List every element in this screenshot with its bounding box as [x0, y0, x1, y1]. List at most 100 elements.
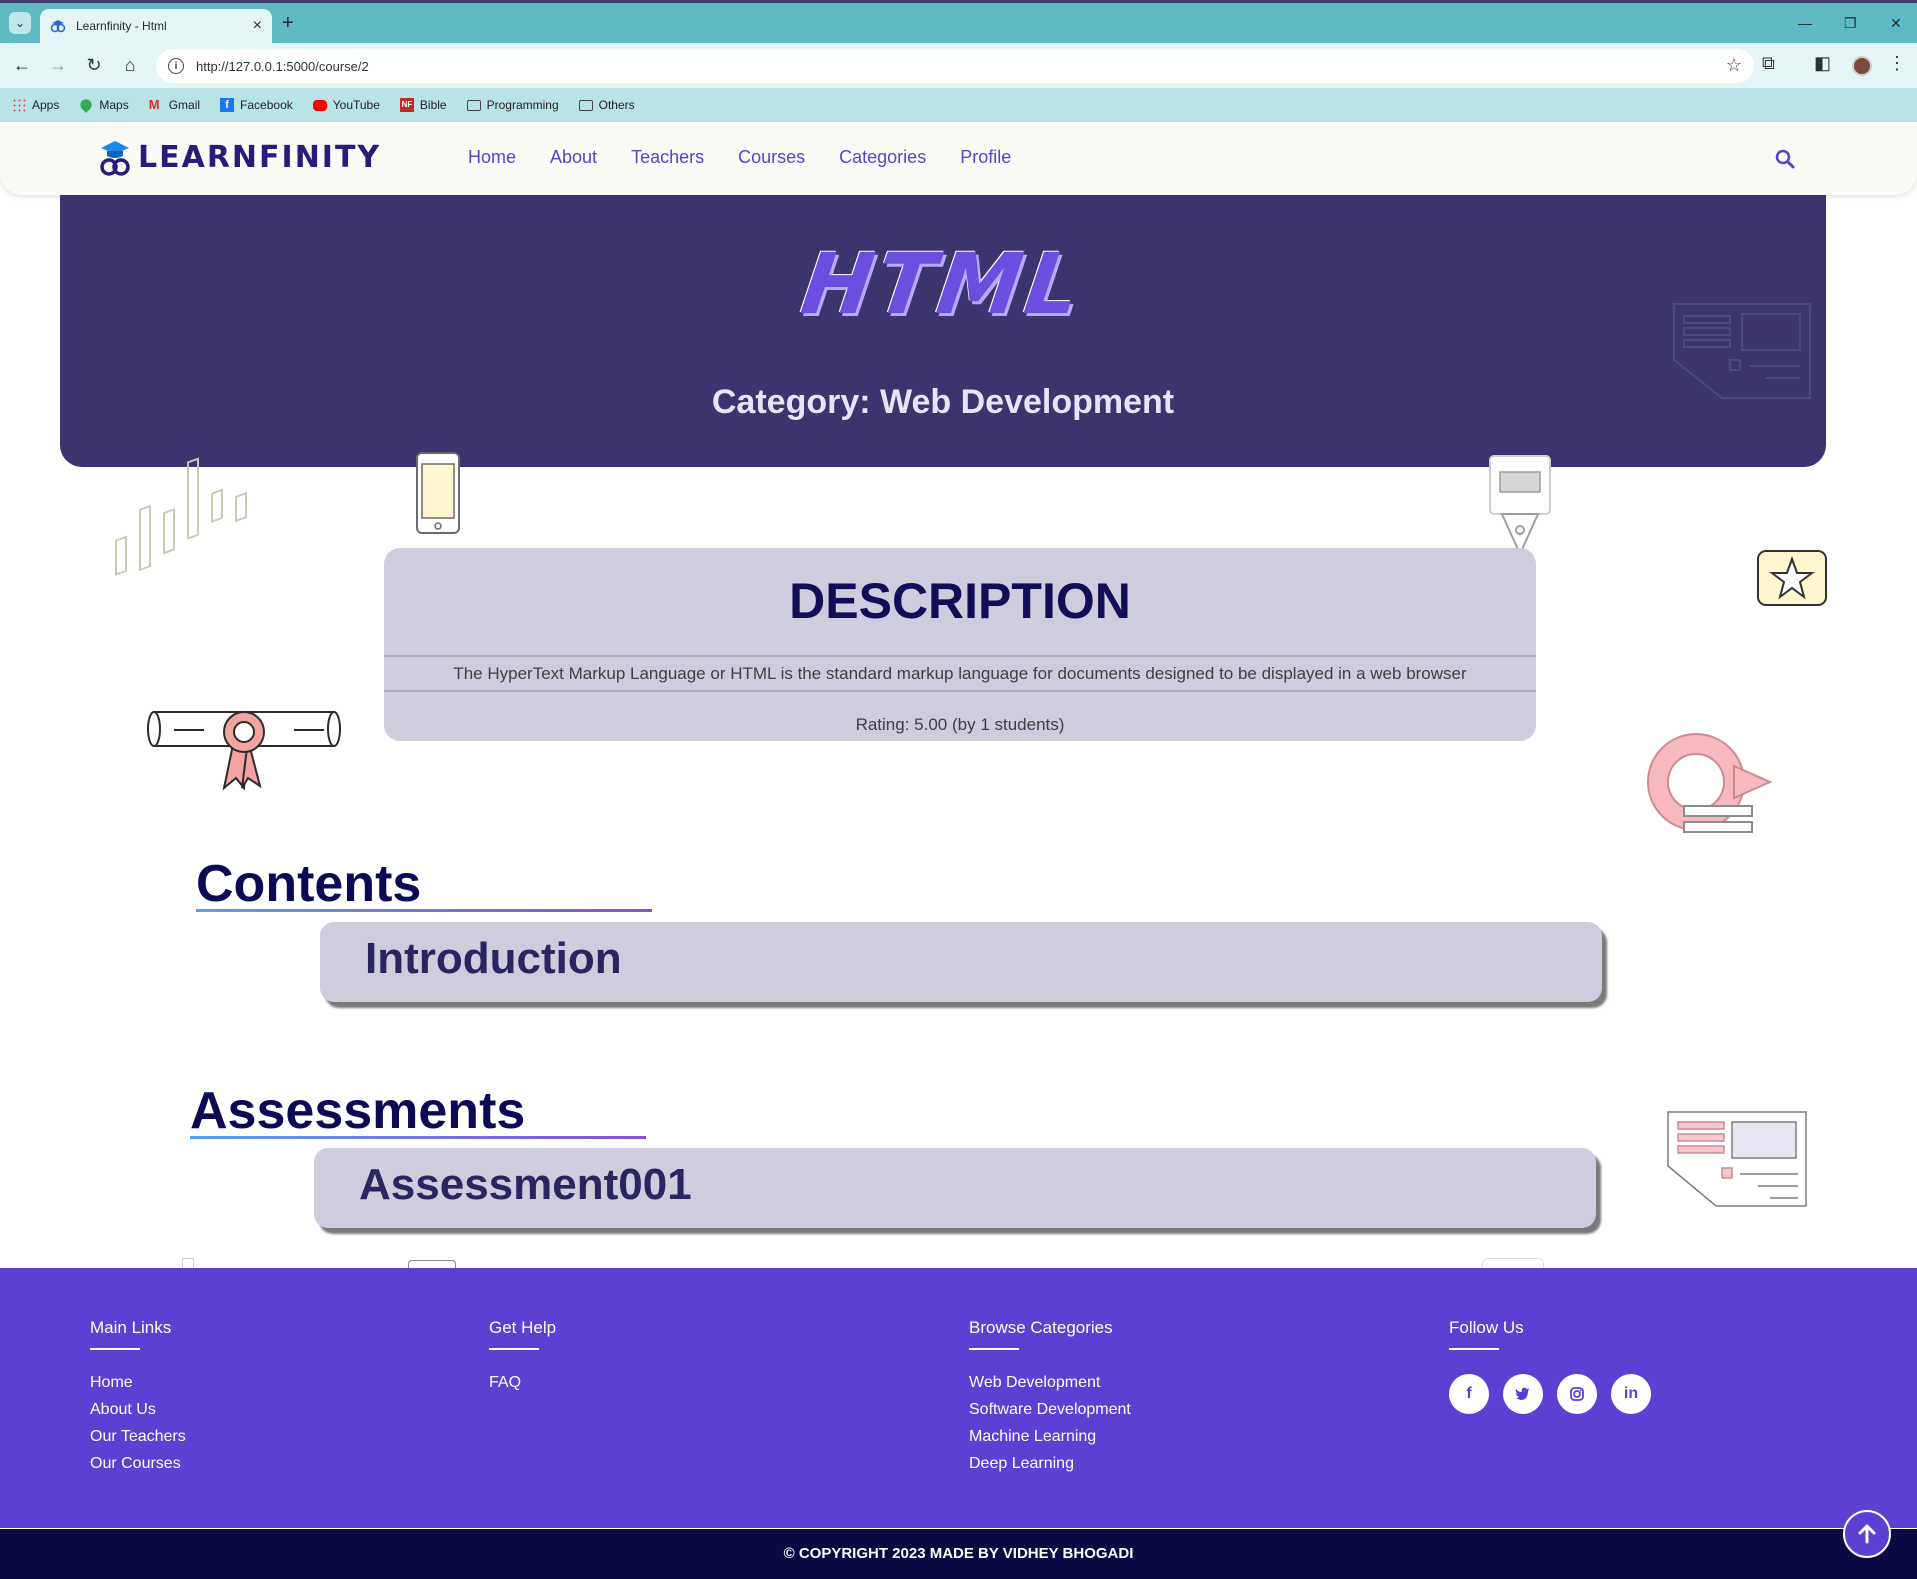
site-footer: Main Links Home About Us Our Teachers Ou… [0, 1268, 1917, 1528]
footer-link-faq[interactable]: FAQ [489, 1374, 556, 1392]
main-menu: Home About Teachers Courses Categories P… [468, 147, 1045, 168]
nav-profile[interactable]: Profile [960, 147, 1011, 168]
bookmark-bible[interactable]: NF Bible [399, 98, 447, 112]
address-bar[interactable]: i http://127.0.0.1:5000/course/2 ☆ [156, 49, 1754, 83]
close-window-button[interactable]: ✕ [1890, 15, 1902, 32]
back-to-top-button[interactable] [1843, 1510, 1891, 1558]
footer-link-about[interactable]: About Us [90, 1401, 186, 1419]
footer-heading: Main Links [90, 1318, 172, 1337]
site-navbar: LEARNFINITY Home About Teachers Courses … [0, 123, 1917, 195]
footer-link-home[interactable]: Home [90, 1374, 186, 1392]
minimize-button[interactable]: — [1798, 15, 1812, 31]
pen-illustration-fragment [1482, 1258, 1544, 1268]
nav-categories[interactable]: Categories [839, 147, 926, 168]
bookmarks-bar: Apps Maps M Gmail f Facebook YouTube NF Bib… [0, 88, 1917, 122]
bookmark-folder-programming[interactable]: Programming [466, 98, 559, 112]
divider [384, 690, 1536, 692]
extensions-icon[interactable]: ⧉ [1762, 53, 1775, 74]
linkedin-icon[interactable]: in [1611, 1374, 1651, 1414]
footer-main-links: Main Links Home About Us Our Teachers Ou… [90, 1318, 186, 1482]
nav-teachers[interactable]: Teachers [631, 147, 704, 168]
footer-heading-underline [969, 1348, 1019, 1350]
reload-icon[interactable]: ↻ [82, 53, 106, 77]
folder-icon [466, 99, 481, 111]
footer-link-machine-learning[interactable]: Machine Learning [969, 1428, 1131, 1446]
new-tab-button[interactable]: + [282, 13, 294, 33]
brand-name: LEARNFINITY [138, 139, 382, 175]
apps-grid-icon [12, 98, 26, 112]
home-icon[interactable]: ⌂ [118, 53, 142, 77]
diploma-illustration [147, 711, 341, 791]
bar-chart-illustration [115, 457, 247, 576]
course-category: Category: Web Development [711, 383, 1175, 421]
active-tab[interactable]: Learnfinity - Html × [40, 9, 272, 43]
footer-link-deep-learning[interactable]: Deep Learning [969, 1455, 1131, 1473]
arrow-up-icon [1858, 1524, 1876, 1544]
nav-courses[interactable]: Courses [738, 147, 805, 168]
graduation-cap-logo-icon [100, 141, 130, 176]
bookmark-facebook[interactable]: f Facebook [220, 98, 293, 112]
newspaper-illustration [1673, 303, 1811, 399]
copyright-text: © COPYRIGHT 2023 MADE BY VIDHEY BHOGADI [783, 1545, 1134, 1562]
bookmark-folder-others[interactable]: Others [578, 98, 635, 112]
browser-menu-icon[interactable]: ⋮ [1888, 53, 1906, 74]
star-badge-illustration [1757, 550, 1827, 606]
nav-home[interactable]: Home [468, 147, 516, 168]
bookmark-gmail[interactable]: M Gmail [148, 97, 200, 113]
assessment-item-title[interactable]: Assessment001 [359, 1160, 692, 1210]
facebook-icon[interactable]: f [1449, 1374, 1489, 1414]
footer-heading: Follow Us [1449, 1318, 1524, 1337]
footer-link-web-development[interactable]: Web Development [969, 1374, 1131, 1392]
gmail-icon: M [148, 97, 160, 112]
footer-heading: Get Help [489, 1318, 557, 1337]
search-icon[interactable] [1774, 148, 1796, 170]
bookmark-apps[interactable]: Apps [12, 98, 59, 112]
forward-icon[interactable]: → [46, 53, 70, 77]
tab-title: Learnfinity - Html [76, 19, 167, 33]
site-logo[interactable]: LEARNFINITY [98, 137, 381, 177]
footer-heading-underline [489, 1348, 539, 1350]
twitter-icon[interactable] [1503, 1374, 1543, 1414]
course-title: HTML [795, 235, 1091, 333]
footer-browse-categories: Browse Categories Web Development Softwa… [969, 1318, 1131, 1482]
site-info-icon[interactable]: i [168, 58, 184, 74]
phone-illustration-fragment [408, 1260, 456, 1268]
profile-avatar[interactable] [1852, 56, 1872, 76]
restore-button[interactable]: ❐ [1844, 15, 1857, 32]
instagram-icon[interactable] [1557, 1374, 1597, 1414]
footer-link-teachers[interactable]: Our Teachers [90, 1428, 186, 1446]
tab-close-icon[interactable]: × [253, 17, 262, 35]
content-item[interactable]: Introduction [320, 922, 1602, 1002]
tab-search-button[interactable]: ⌄ [9, 12, 31, 34]
footer-link-software-development[interactable]: Software Development [969, 1401, 1131, 1419]
back-icon[interactable]: ← [10, 53, 34, 77]
contents-heading: Contents [196, 855, 422, 913]
description-card: DESCRIPTION The HyperText Markup Languag… [384, 548, 1536, 741]
learnfinity-favicon-icon [50, 20, 66, 33]
footer-link-courses[interactable]: Our Courses [90, 1455, 186, 1473]
copyright-bar: © COPYRIGHT 2023 MADE BY VIDHEY BHOGADI [0, 1528, 1917, 1579]
browser-toolbar: ← → ↻ ⌂ i http://127.0.0.1:5000/course/2… [0, 43, 1917, 88]
assessment-item[interactable]: Assessment001 [314, 1148, 1596, 1228]
bookmark-maps[interactable]: Maps [78, 97, 129, 113]
url-text[interactable]: http://127.0.0.1:5000/course/2 [196, 59, 369, 74]
footer-heading-underline [90, 1348, 140, 1350]
facebook-icon: f [220, 98, 235, 112]
footer-heading: Browse Categories [969, 1318, 1113, 1337]
newspaper-pink-illustration [1667, 1111, 1807, 1207]
assessments-heading: Assessments [190, 1082, 526, 1140]
bookmark-youtube[interactable]: YouTube [312, 98, 380, 112]
bible-icon: NF [399, 98, 414, 112]
divider [384, 655, 1536, 657]
nav-about[interactable]: About [550, 147, 597, 168]
bookmark-star-icon[interactable]: ☆ [1726, 55, 1742, 76]
maps-pin-icon [78, 97, 95, 113]
magnifier-illustration [1647, 733, 1773, 833]
side-panel-icon[interactable]: ◧ [1814, 53, 1831, 74]
contents-underline [196, 909, 652, 912]
youtube-icon [312, 99, 327, 111]
content-item-title[interactable]: Introduction [365, 934, 622, 984]
description-heading: DESCRIPTION [789, 573, 1131, 629]
footer-get-help: Get Help FAQ [489, 1318, 556, 1401]
footer-follow-us: Follow Us f in [1449, 1318, 1665, 1414]
